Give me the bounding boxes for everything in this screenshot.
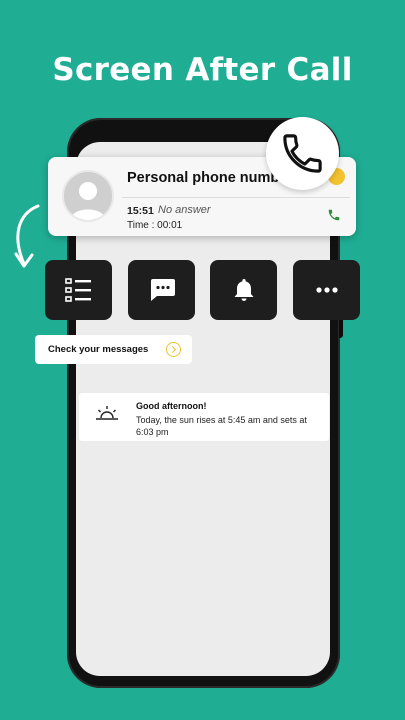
- greeting-title: Good afternoon!: [136, 401, 207, 411]
- message-button[interactable]: [128, 260, 195, 320]
- curved-arrow-icon: [14, 204, 40, 268]
- call-duration: Time : 00:01: [127, 220, 183, 231]
- headline: Screen After Call: [52, 52, 353, 88]
- greeting-body: Today, the sun rises at 5:45 am and sets…: [136, 415, 307, 437]
- sunrise-icon: [96, 406, 118, 420]
- person-icon: [70, 182, 106, 220]
- arrow-right-circle-icon[interactable]: [166, 342, 181, 357]
- avatar: [62, 170, 114, 222]
- call-time: 15:51: [127, 205, 154, 217]
- divider: [122, 197, 350, 198]
- more-dots-icon: [315, 287, 338, 293]
- bell-icon: [234, 279, 253, 301]
- call-status: No answer: [158, 204, 211, 216]
- chat-bubble-icon: [150, 279, 175, 301]
- call-button[interactable]: [266, 117, 339, 190]
- tasks-button[interactable]: [45, 260, 112, 320]
- tooltip-label: Check your messages: [48, 344, 149, 355]
- more-button[interactable]: [293, 260, 360, 320]
- reminder-button[interactable]: [210, 260, 277, 320]
- checklist-icon: [64, 278, 91, 302]
- phone-icon: [283, 134, 322, 173]
- caller-name: Personal phone number: [127, 170, 293, 186]
- call-back-icon[interactable]: [327, 208, 341, 222]
